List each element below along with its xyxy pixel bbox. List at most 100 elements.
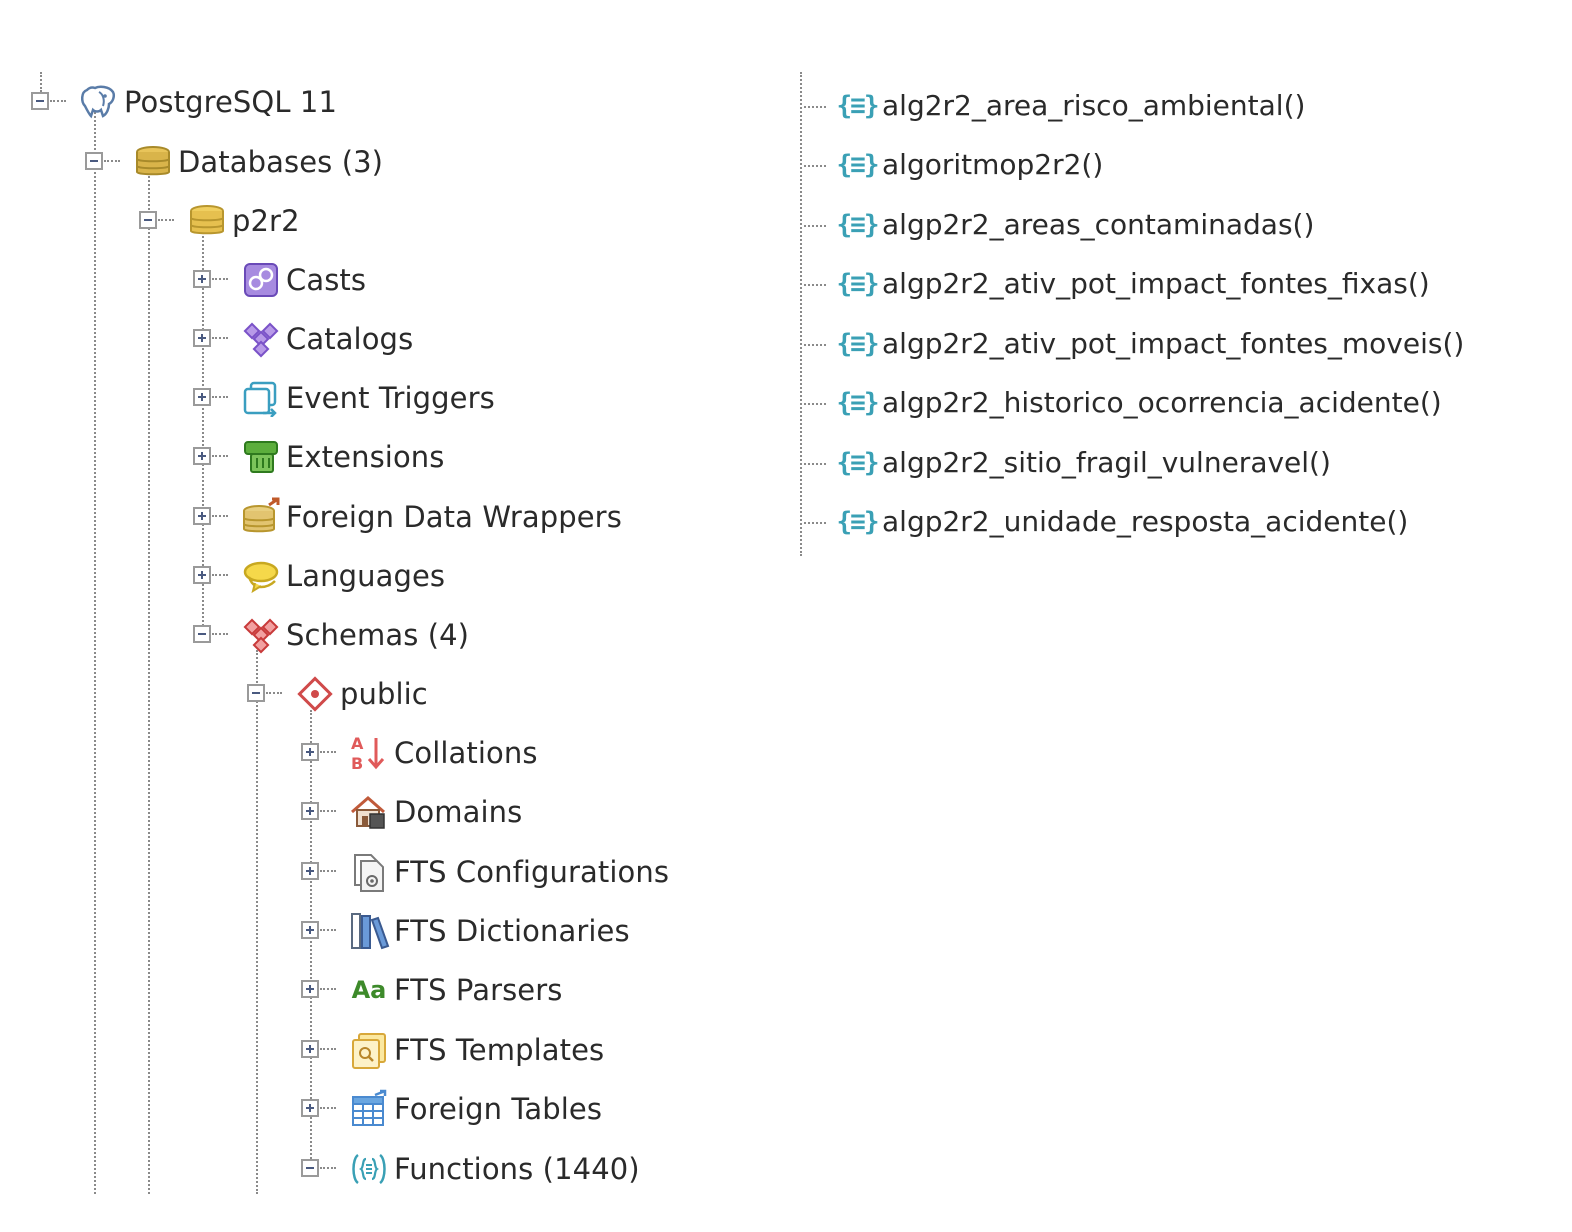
function-item[interactable]: {≡} algp2r2_historico_ocorrencia_acident…: [836, 383, 1442, 423]
casts-icon: [240, 260, 282, 300]
foreign-data-wrappers-label: Foreign Data Wrappers: [286, 500, 622, 534]
tree-connector: [50, 100, 66, 102]
functions-collapse-toggle[interactable]: [301, 1159, 319, 1177]
schemas-icon: [240, 615, 282, 655]
function-item[interactable]: {≡} algp2r2_unidade_resposta_acidente(): [836, 502, 1409, 542]
functions-icon: [348, 1149, 390, 1189]
languages-label: Languages: [286, 559, 446, 593]
event-triggers-expand-toggle[interactable]: [193, 388, 211, 406]
tree-node-fts-templates[interactable]: FTS Templates: [348, 1030, 604, 1070]
function-item[interactable]: {≡} algp2r2_ativ_pot_impact_fontes_movei…: [836, 324, 1465, 364]
domains-label: Domains: [394, 795, 523, 829]
tree-connector: [320, 1167, 336, 1169]
casts-label: Casts: [286, 263, 367, 297]
function-icon: {≡}: [836, 329, 880, 359]
tree-node-database[interactable]: p2r2: [186, 201, 300, 241]
tree-node-languages[interactable]: Languages: [240, 556, 445, 596]
function-item[interactable]: {≡} algp2r2_areas_contaminadas(): [836, 205, 1315, 245]
function-icon: {≡}: [836, 210, 880, 240]
tree-node-extensions[interactable]: Extensions: [240, 437, 444, 477]
function-label: algp2r2_ativ_pot_impact_fontes_fixas(): [882, 267, 1430, 300]
tree-connector: [212, 278, 228, 280]
foreign-data-wrappers-expand-toggle[interactable]: [193, 507, 211, 525]
tree-node-casts[interactable]: Casts: [240, 260, 366, 300]
tree-node-databases[interactable]: Databases (3): [132, 142, 383, 182]
tree-connector: [804, 522, 826, 524]
function-icon: {≡}: [836, 269, 880, 299]
extensions-label: Extensions: [286, 440, 445, 474]
function-item[interactable]: {≡} alg2r2_area_risco_ambiental(): [836, 86, 1306, 126]
function-label: algp2r2_sitio_fragil_vulneravel(): [882, 446, 1331, 479]
function-icon: {≡}: [836, 388, 880, 418]
tree-connector: [212, 574, 228, 576]
foreign-tables-expand-toggle[interactable]: [301, 1099, 319, 1117]
databases-label: Databases (3): [178, 145, 384, 179]
elephant-icon: [78, 82, 120, 122]
tree-node-foreign-data-wrappers[interactable]: Foreign Data Wrappers: [240, 497, 622, 537]
catalogs-icon: [240, 319, 282, 359]
function-icon: {≡}: [836, 150, 880, 180]
tree-node-schemas[interactable]: Schemas (4): [240, 615, 469, 655]
function-item[interactable]: {≡} algp2r2_ativ_pot_impact_fontes_fixas…: [836, 264, 1430, 304]
server-label: PostgreSQL 11: [124, 85, 338, 119]
fts-dictionaries-expand-toggle[interactable]: [301, 921, 319, 939]
tree-node-functions[interactable]: Functions (1440): [348, 1149, 640, 1189]
database-label: p2r2: [232, 204, 300, 238]
tree-connector: [212, 515, 228, 517]
schemas-label: Schemas (4): [286, 618, 470, 652]
tree-connector: [804, 284, 826, 286]
fts-configurations-icon: [348, 852, 390, 892]
function-icon: {≡}: [836, 507, 880, 537]
functions-label: Functions (1440): [394, 1152, 640, 1186]
extensions-icon: [240, 437, 282, 477]
databases-collapse-toggle[interactable]: [85, 152, 103, 170]
schemas-collapse-toggle[interactable]: [193, 625, 211, 643]
fts-parsers-expand-toggle[interactable]: [301, 980, 319, 998]
tree-connector: [212, 633, 228, 635]
object-browser-tree: PostgreSQL 11 Databases (3) p2r2 Casts C…: [0, 0, 1572, 1232]
tree-node-domains[interactable]: Domains: [348, 792, 522, 832]
domains-expand-toggle[interactable]: [301, 802, 319, 820]
database-collapse-toggle[interactable]: [139, 211, 157, 229]
schema-icon: [294, 674, 336, 714]
tree-node-fts-dictionaries[interactable]: FTS Dictionaries: [348, 911, 630, 951]
svg-text:A: A: [351, 734, 364, 753]
tree-node-foreign-tables[interactable]: Foreign Tables: [348, 1089, 602, 1129]
tree-node-fts-configurations[interactable]: FTS Configurations: [348, 852, 669, 892]
tree-connector: [804, 344, 826, 346]
tree-connector: [320, 870, 336, 872]
tree-connector: [320, 810, 336, 812]
database-icon: [186, 201, 228, 241]
tree-connector: [804, 106, 826, 108]
tree-node-server[interactable]: PostgreSQL 11: [78, 82, 337, 122]
tree-node-collations[interactable]: A B Collations: [348, 733, 538, 773]
tree-node-schema-public[interactable]: public: [294, 674, 428, 714]
tree-connector: [804, 463, 826, 465]
function-icon: {≡}: [836, 448, 880, 478]
function-icon: {≡}: [836, 91, 880, 121]
fts-parsers-label: FTS Parsers: [394, 973, 563, 1007]
collations-expand-toggle[interactable]: [301, 743, 319, 761]
function-label: algp2r2_historico_ocorrencia_acidente(): [882, 386, 1442, 419]
tree-node-fts-parsers[interactable]: Aa FTS Parsers: [348, 970, 563, 1010]
languages-expand-toggle[interactable]: [193, 566, 211, 584]
catalogs-expand-toggle[interactable]: [193, 329, 211, 347]
tree-guide-line: [94, 112, 96, 1194]
fts-configurations-expand-toggle[interactable]: [301, 862, 319, 880]
tree-node-event-triggers[interactable]: Event Triggers: [240, 378, 495, 418]
function-item[interactable]: {≡} algp2r2_sitio_fragil_vulneravel(): [836, 443, 1331, 483]
fts-dictionaries-label: FTS Dictionaries: [394, 914, 630, 948]
function-item[interactable]: {≡} algoritmop2r2(): [836, 145, 1104, 185]
tree-guide-line: [148, 172, 150, 1194]
schema-collapse-toggle[interactable]: [247, 684, 265, 702]
collations-label: Collations: [394, 736, 538, 770]
tree-guide-line: [800, 72, 802, 556]
extensions-expand-toggle[interactable]: [193, 447, 211, 465]
schema-label: public: [340, 677, 428, 711]
tree-guide-line: [40, 72, 42, 92]
tree-node-catalogs[interactable]: Catalogs: [240, 319, 413, 359]
casts-expand-toggle[interactable]: [193, 270, 211, 288]
server-collapse-toggle[interactable]: [31, 92, 49, 110]
foreign-tables-label: Foreign Tables: [394, 1092, 603, 1126]
fts-templates-expand-toggle[interactable]: [301, 1040, 319, 1058]
